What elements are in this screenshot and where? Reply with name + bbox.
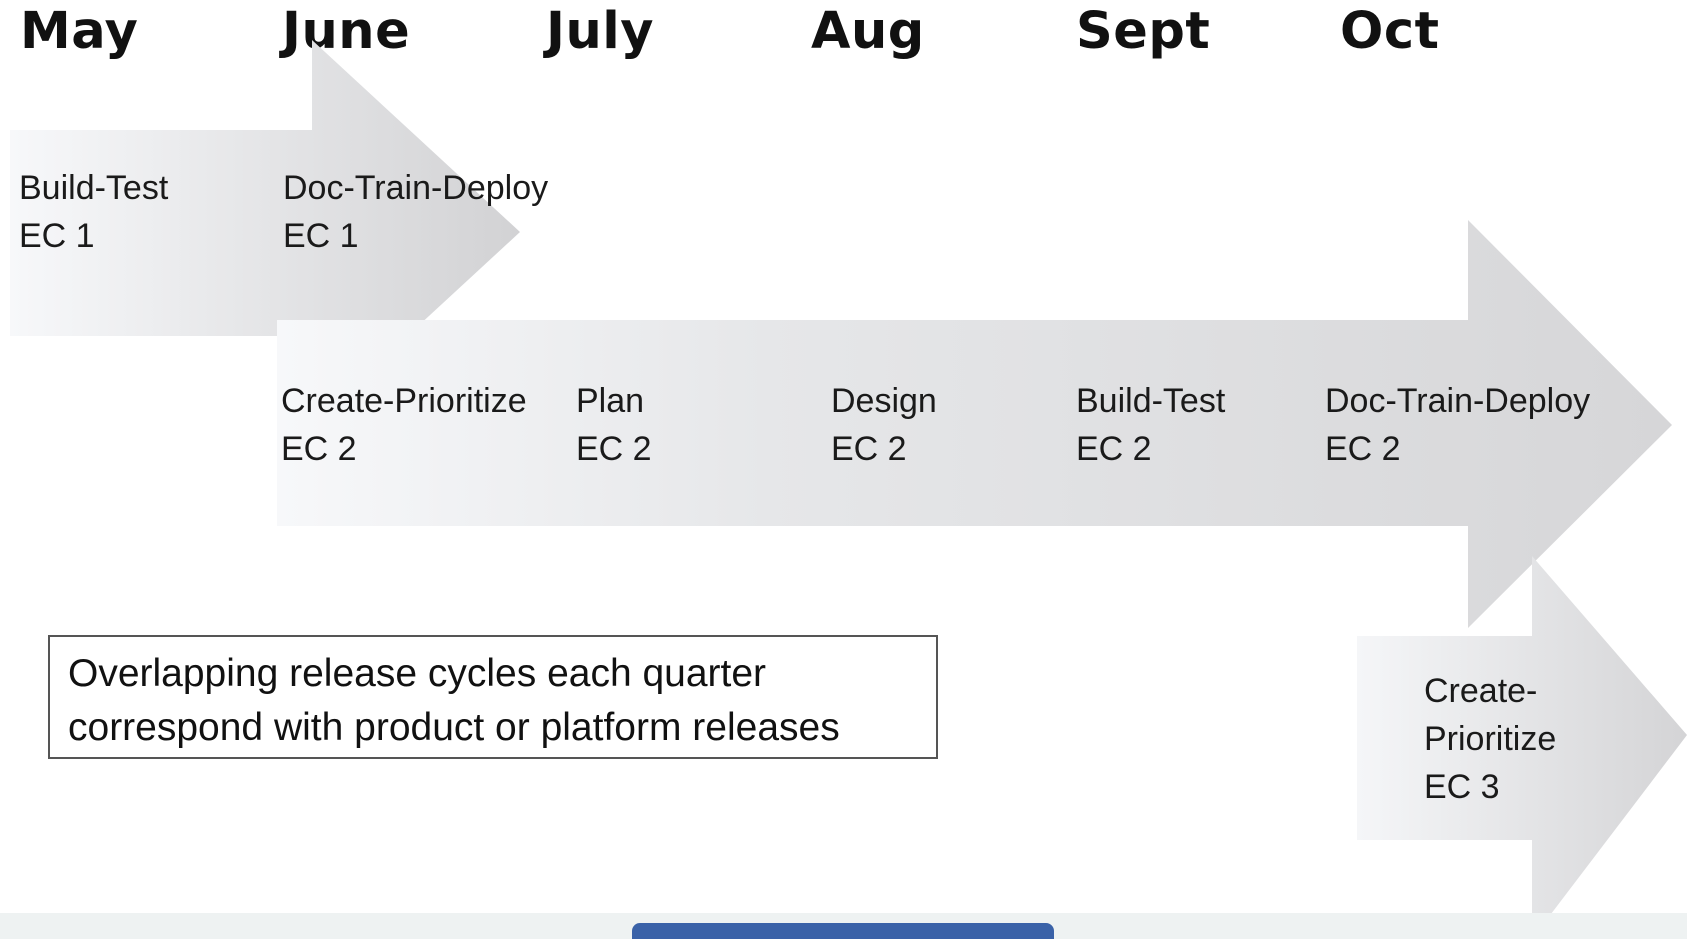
phase-cycle: EC 2 (831, 430, 907, 468)
phase-cycle: EC 2 (281, 430, 357, 468)
phase-name: Build-Test (1076, 382, 1226, 420)
phase-cycle: EC 1 (19, 217, 95, 255)
phase-name-line1: Create- (1424, 672, 1538, 710)
overlap-note: Overlapping release cycles each quarter … (48, 635, 938, 759)
ec2-phase-build-test: Build-Test EC 2 (1076, 377, 1225, 473)
phase-cycle: EC 2 (1076, 430, 1152, 468)
note-line-1: Overlapping release cycles each quarter (68, 652, 767, 695)
ec3-phase-create-prioritize: Create- Prioritize EC 3 (1424, 667, 1556, 811)
ec2-phase-design: Design EC 2 (831, 377, 937, 473)
note-line-2: correspond with product or platform rele… (68, 706, 840, 749)
phase-cycle: EC 1 (283, 217, 359, 255)
ec2-phase-doc-train-deploy: Doc-Train-Deploy EC 2 (1325, 377, 1590, 473)
phase-cycle: EC 2 (1325, 430, 1401, 468)
phase-cycle: EC 3 (1424, 768, 1500, 806)
phase-name: Create-Prioritize (281, 382, 527, 420)
ec1-phase-build-test: Build-Test EC 1 (19, 164, 168, 260)
phase-name: Design (831, 382, 937, 420)
ec2-phase-create-prioritize: Create-Prioritize EC 2 (281, 377, 527, 473)
phase-cycle: EC 2 (576, 430, 652, 468)
phase-name: Build-Test (19, 169, 169, 207)
ec2-phase-plan: Plan EC 2 (576, 377, 652, 473)
phase-name: Plan (576, 382, 645, 420)
footer-tab[interactable] (632, 923, 1054, 939)
ec1-phase-doc-train-deploy: Doc-Train-Deploy EC 1 (283, 164, 548, 260)
phase-name: Doc-Train-Deploy (283, 169, 549, 207)
phase-name: Doc-Train-Deploy (1325, 382, 1591, 420)
phase-name-line2: Prioritize (1424, 720, 1557, 758)
